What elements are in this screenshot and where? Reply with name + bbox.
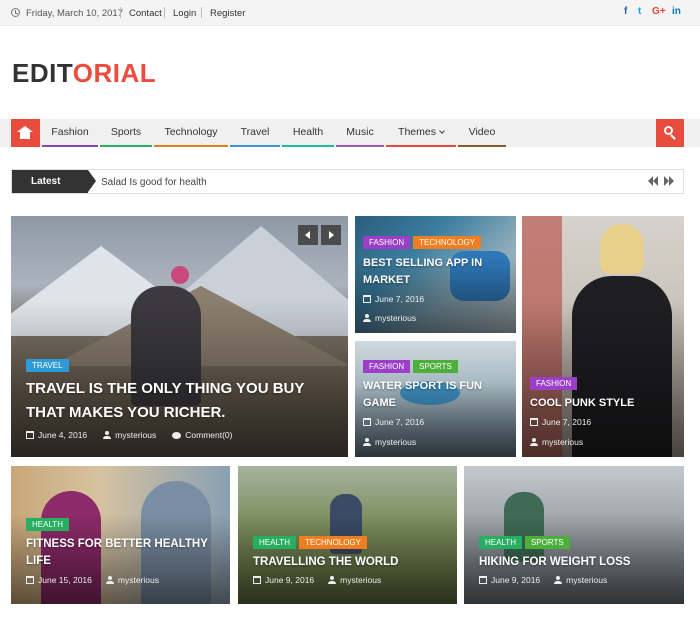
ticker-headline[interactable]: Salad Is good for health — [101, 177, 207, 188]
post-title[interactable]: TRAVEL IS THE ONLY THING YOU BUY THAT MA… — [26, 377, 326, 425]
post-card[interactable]: FASHION TECHNOLOGY BEST SELLING APP IN M… — [355, 216, 516, 333]
category-badge[interactable]: HEALTH — [479, 536, 522, 549]
calendar-icon — [363, 295, 371, 303]
post-card[interactable]: FASHION SPORTS WATER SPORT IS FUN GAME J… — [355, 341, 516, 457]
post-author[interactable]: mysterious — [375, 313, 416, 323]
main-navigation: Fashion Sports Technology Travel Health … — [0, 119, 700, 147]
post-comments[interactable]: Comment(0) — [185, 430, 232, 440]
ticker-prev-icon[interactable] — [648, 176, 660, 186]
register-link[interactable]: Register — [210, 8, 245, 19]
logo-text-dark: EDIT — [12, 58, 73, 88]
post-card[interactable]: HEALTH TECHNOLOGY TRAVELLING THE WORLD J… — [238, 466, 457, 604]
nav-item-themes[interactable]: Themes — [386, 119, 456, 147]
user-icon — [530, 438, 538, 446]
slider-prev-button[interactable] — [298, 225, 318, 245]
post-author[interactable]: mysterious — [566, 575, 607, 585]
category-badge[interactable]: HEALTH — [253, 536, 296, 549]
post-title[interactable]: HIKING FOR WEIGHT LOSS — [479, 554, 674, 571]
divider — [201, 7, 202, 18]
post-title[interactable]: FITNESS FOR BETTER HEALTHY LIFE — [26, 536, 221, 570]
category-badge[interactable]: TECHNOLOGY — [413, 236, 482, 249]
google-plus-icon[interactable]: G+ — [652, 6, 666, 17]
post-title[interactable]: WATER SPORT IS FUN GAME — [363, 378, 508, 412]
calendar-icon — [530, 418, 538, 426]
post-author[interactable]: mysterious — [115, 430, 156, 440]
nav-item-music[interactable]: Music — [336, 119, 384, 147]
post-title[interactable]: COOL PUNK STYLE — [530, 395, 680, 412]
post-date: June 4, 2016 — [38, 430, 88, 440]
chevron-left-icon — [305, 231, 310, 239]
post-date: June 9, 2016 — [491, 575, 541, 585]
current-date: Friday, March 10, 2017 — [26, 8, 123, 19]
nav-item-fashion[interactable]: Fashion — [42, 119, 98, 147]
chevron-down-icon — [439, 128, 445, 134]
post-author[interactable]: mysterious — [340, 575, 381, 585]
category-badge[interactable]: SPORTS — [524, 536, 570, 549]
post-date: June 15, 2016 — [38, 575, 92, 585]
post-date: June 9, 2016 — [265, 575, 315, 585]
ticker-next-icon[interactable] — [664, 176, 676, 186]
user-icon — [554, 576, 563, 584]
linkedin-icon[interactable]: in — [672, 6, 681, 17]
nav-item-technology[interactable]: Technology — [154, 119, 228, 147]
post-date: June 7, 2016 — [375, 417, 425, 427]
logo-text-accent: ORIAL — [72, 58, 157, 88]
category-badge[interactable]: TECHNOLOGY — [298, 536, 367, 549]
home-button[interactable] — [11, 119, 40, 147]
user-icon — [363, 438, 371, 446]
clock-icon — [11, 8, 20, 17]
post-card[interactable]: HEALTH FITNESS FOR BETTER HEALTHY LIFE J… — [11, 466, 230, 604]
post-author[interactable]: mysterious — [542, 437, 583, 447]
calendar-icon — [26, 431, 34, 439]
category-badge[interactable]: FASHION — [363, 236, 411, 249]
post-author[interactable]: mysterious — [375, 437, 416, 447]
post-title[interactable]: TRAVELLING THE WORLD — [253, 554, 448, 571]
nav-item-sports[interactable]: Sports — [100, 119, 152, 147]
calendar-icon — [253, 576, 261, 584]
calendar-icon — [26, 576, 34, 584]
post-date: June 7, 2016 — [542, 417, 592, 427]
divider — [164, 7, 165, 18]
user-icon — [105, 576, 114, 584]
category-badge[interactable]: FASHION — [363, 360, 411, 373]
category-badge[interactable]: FASHION — [530, 377, 578, 390]
user-icon — [328, 576, 337, 584]
featured-post-card[interactable]: TRAVEL TRAVEL IS THE ONLY THING YOU BUY … — [11, 216, 348, 457]
post-card[interactable]: FASHION COOL PUNK STYLE June 7, 2016 mys… — [522, 216, 684, 457]
site-logo[interactable]: EDITORIAL — [12, 58, 156, 89]
search-button[interactable] — [656, 119, 684, 147]
twitter-icon[interactable]: t — [638, 6, 641, 17]
ticker-label: Latest — [12, 170, 96, 193]
post-title[interactable]: BEST SELLING APP IN MARKET — [363, 255, 508, 289]
slider-next-button[interactable] — [321, 225, 341, 245]
nav-item-travel[interactable]: Travel — [230, 119, 280, 147]
post-date: June 7, 2016 — [375, 294, 425, 304]
calendar-icon — [479, 576, 487, 584]
nav-item-health[interactable]: Health — [282, 119, 334, 147]
category-badge[interactable]: TRAVEL — [26, 359, 69, 372]
comment-icon — [172, 431, 182, 439]
latest-news-ticker: Latest Salad Is good for health — [11, 169, 684, 194]
facebook-icon[interactable]: f — [624, 6, 627, 17]
user-icon — [103, 431, 112, 439]
divider — [120, 7, 121, 18]
category-badge[interactable]: SPORTS — [413, 360, 458, 373]
calendar-icon — [363, 418, 371, 426]
category-badge[interactable]: HEALTH — [26, 518, 69, 531]
user-icon — [363, 314, 371, 322]
login-link[interactable]: Login — [173, 8, 196, 19]
contact-link[interactable]: Contact — [129, 8, 162, 19]
chevron-right-icon — [329, 231, 334, 239]
post-card[interactable]: HEALTH SPORTS HIKING FOR WEIGHT LOSS Jun… — [464, 466, 684, 604]
post-author[interactable]: mysterious — [118, 575, 159, 585]
nav-item-video[interactable]: Video — [458, 119, 506, 147]
top-bar: Friday, March 10, 2017 Contact Login Reg… — [0, 0, 700, 26]
